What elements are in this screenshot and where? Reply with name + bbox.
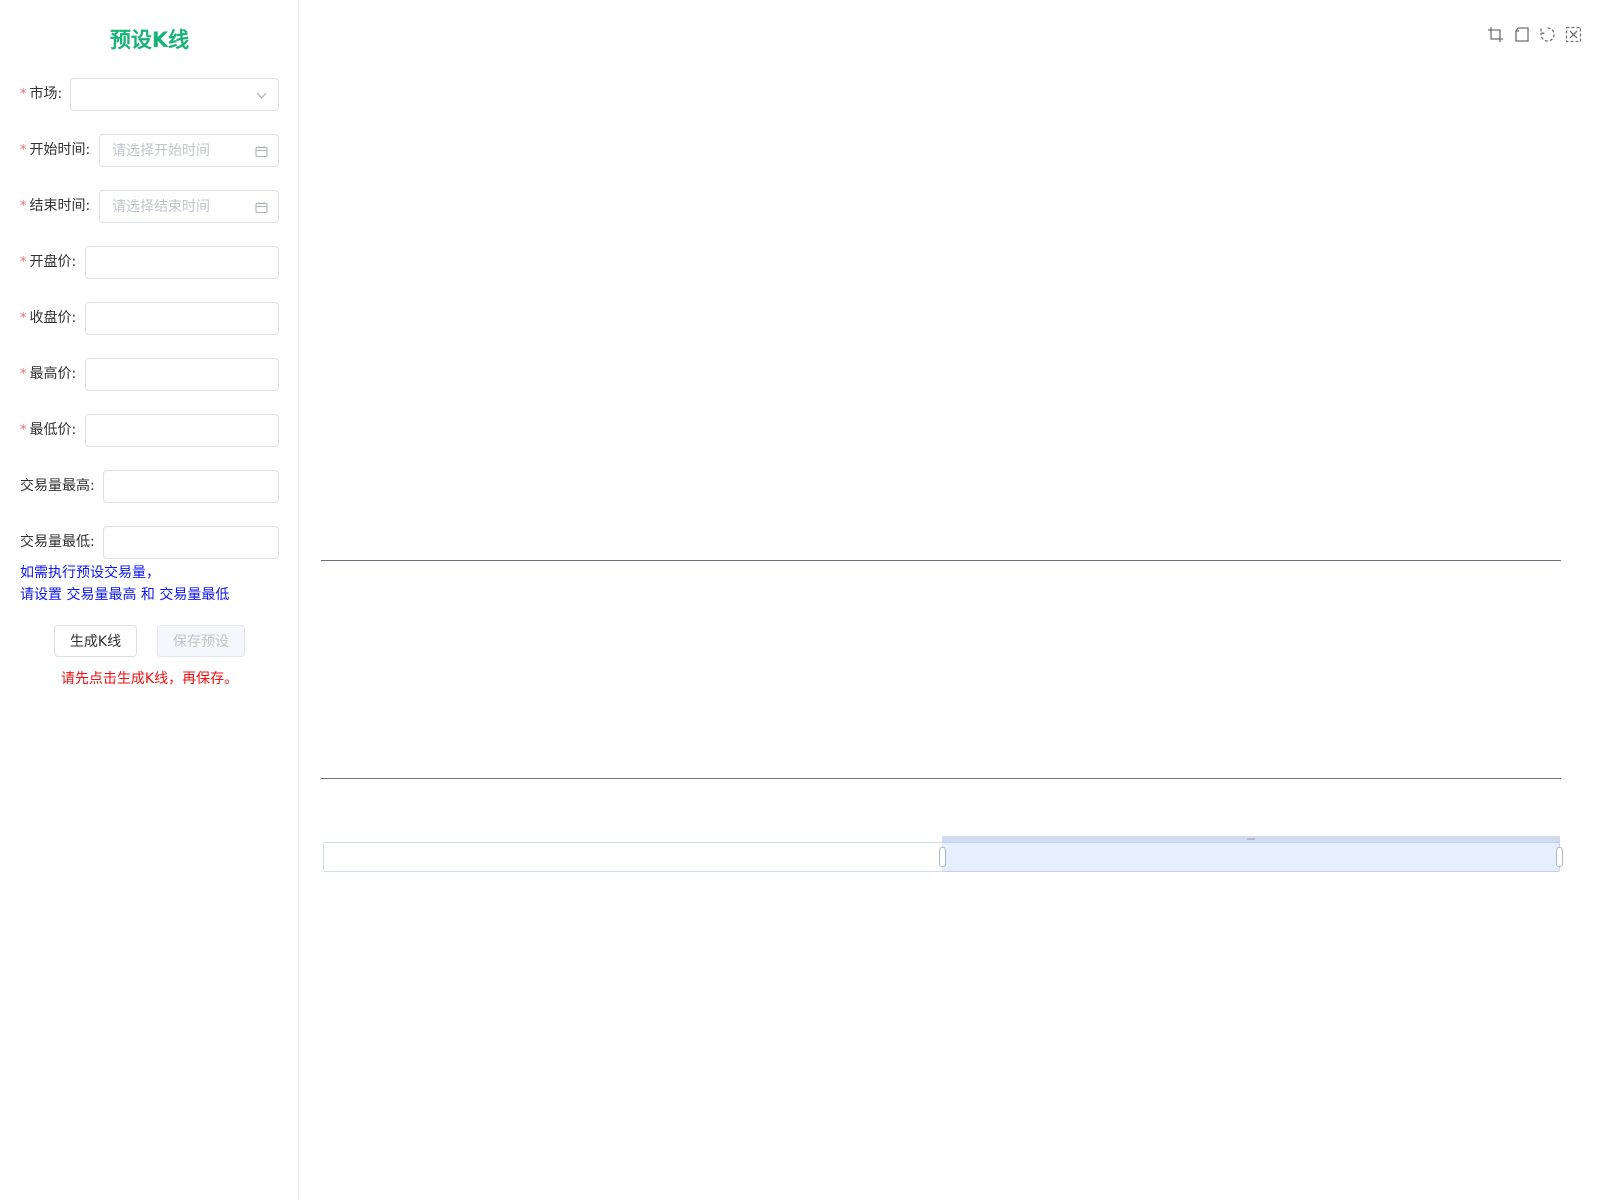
required-mark: * (20, 199, 27, 214)
start-time-input[interactable] (100, 135, 278, 166)
high-price-label-text: 最高价: (29, 366, 77, 382)
volume-hint: 如需执行预设交易量， 请设置 交易量最高 和 交易量最低 (20, 562, 229, 606)
market-label: * 市场: (20, 78, 62, 111)
kline-chart (300, 0, 1600, 1200)
end-time-label-text: 结束时间: (29, 198, 91, 214)
data-zoom-window[interactable] (941, 842, 1560, 872)
close-price-input[interactable] (86, 303, 278, 334)
start-time-label: * 开始时间: (20, 134, 90, 167)
required-mark: * (20, 87, 27, 102)
volume-x-axis-line (321, 778, 1561, 779)
low-price-field[interactable] (85, 414, 279, 447)
volume-hint-line-1: 如需执行预设交易量， (20, 565, 160, 581)
save-image-icon[interactable] (1565, 26, 1582, 43)
start-time-picker[interactable] (99, 134, 279, 167)
volume-high-row: 交易量最高: (20, 470, 279, 503)
high-price-label: * 最高价: (20, 358, 76, 391)
calendar-icon (255, 146, 268, 158)
open-price-input[interactable] (86, 247, 278, 278)
close-price-field[interactable] (85, 302, 279, 335)
high-price-row: * 最高价: (20, 358, 279, 391)
volume-high-label: 交易量最高: (20, 478, 95, 494)
drag-grip-icon (1246, 838, 1255, 840)
open-price-label-text: 开盘价: (29, 254, 77, 270)
page-title: 预设K线 (109, 28, 190, 52)
restore-icon[interactable] (1539, 26, 1556, 43)
required-mark: * (20, 143, 27, 158)
data-zoom-start-handle[interactable] (938, 847, 946, 867)
low-price-row: * 最低价: (20, 414, 279, 447)
required-mark: * (20, 311, 27, 326)
low-price-input[interactable] (86, 415, 278, 446)
open-price-label: * 开盘价: (20, 246, 76, 279)
start-time-label-text: 开始时间: (29, 142, 91, 158)
preset-form-panel: 预设K线 *市场: *开始时间: *结束时间: *开盘价: *收盘价: (0, 0, 299, 1200)
volume-high-input[interactable] (104, 471, 278, 502)
low-price-label-text: 最低价: (29, 422, 77, 438)
low-price-label: * 最低价: (20, 414, 76, 447)
save-warning: 请先点击生成K线，再保存。 (60, 671, 239, 687)
market-select-input[interactable] (71, 79, 278, 110)
end-time-row: * 结束时间: (20, 190, 279, 223)
start-time-row: * 开始时间: (20, 134, 279, 167)
close-price-label: * 收盘价: (20, 302, 76, 335)
end-time-input[interactable] (100, 191, 278, 222)
high-price-input[interactable] (86, 359, 278, 390)
price-x-axis-line (321, 560, 1561, 561)
volume-low-input[interactable] (104, 527, 278, 558)
open-price-field[interactable] (85, 246, 279, 279)
volume-low-field[interactable] (103, 526, 279, 559)
market-row: * 市场: (20, 78, 279, 111)
end-time-picker[interactable] (99, 190, 279, 223)
chevron-down-icon (256, 92, 267, 99)
close-price-label-text: 收盘价: (29, 310, 77, 326)
crop-zoom-icon[interactable] (1487, 26, 1504, 43)
volume-low-label: 交易量最低: (20, 534, 95, 550)
required-mark: * (20, 367, 27, 382)
open-price-row: * 开盘价: (20, 246, 279, 279)
zoom-reset-icon[interactable] (1513, 26, 1530, 43)
market-label-text: 市场: (29, 86, 63, 102)
high-price-field[interactable] (85, 358, 279, 391)
calendar-icon (255, 202, 268, 214)
volume-hint-line-2: 请设置 交易量最高 和 交易量最低 (20, 587, 230, 603)
volume-high-field[interactable] (103, 470, 279, 503)
data-zoom-end-handle[interactable] (1556, 847, 1563, 867)
generate-kline-button[interactable]: 生成K线 (54, 625, 137, 657)
save-preset-button[interactable]: 保存预设 (157, 625, 245, 657)
required-mark: * (20, 255, 27, 270)
end-time-label: * 结束时间: (20, 190, 90, 223)
market-select[interactable] (70, 78, 279, 111)
required-mark: * (20, 423, 27, 438)
chart-toolbox (1487, 26, 1582, 43)
volume-low-row: 交易量最低: (20, 526, 279, 559)
close-price-row: * 收盘价: (20, 302, 279, 335)
